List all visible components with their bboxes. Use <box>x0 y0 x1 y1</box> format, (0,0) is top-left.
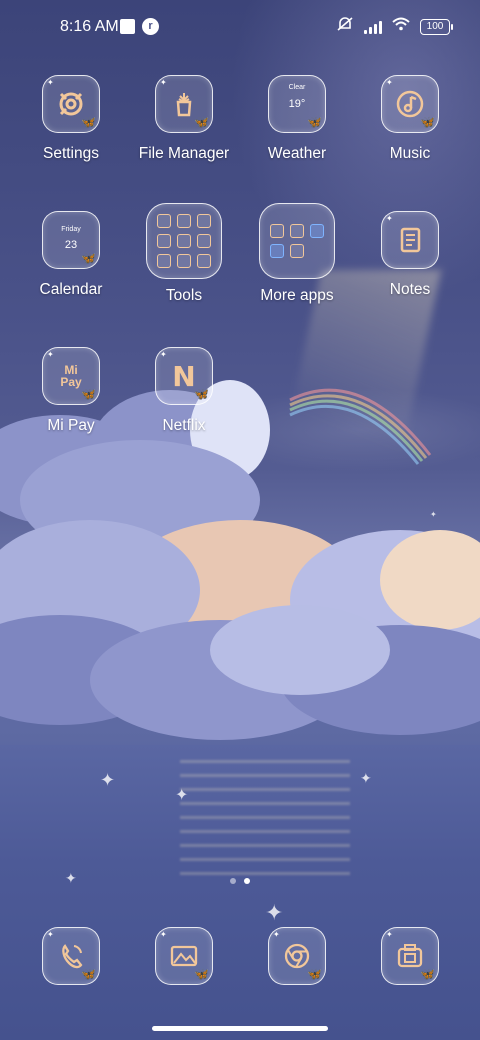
sparkle-icon: ✦ <box>265 900 284 925</box>
folder-more-apps[interactable]: More apps <box>242 203 352 305</box>
weather-condition: Clear <box>288 84 306 91</box>
calendar-day: Friday <box>61 226 81 233</box>
mi-pay-icon-text: Mi Pay <box>60 363 82 389</box>
sparkle-icon: ✦ <box>100 770 116 790</box>
gallery-icon: ✦ 🦋 <box>155 927 213 985</box>
weather-widget-icon: Clear 19° 🦋 <box>268 75 326 133</box>
page-dot-active <box>244 878 250 884</box>
app-label: Calendar <box>39 281 103 298</box>
page-dot <box>230 878 236 884</box>
gesture-navigation-bar[interactable] <box>152 1026 328 1031</box>
app-label: Tools <box>165 287 203 304</box>
app-mi-pay[interactable]: ✦ Mi Pay 🦋 Mi Pay <box>16 347 126 435</box>
app-label: Weather <box>267 145 327 162</box>
dock-gallery[interactable]: ✦ 🦋 <box>129 927 239 985</box>
settings-icon: ✦ 🦋 <box>42 75 100 133</box>
sparkle-icon: ✦ <box>65 870 77 886</box>
dock-phone[interactable]: ✦ 🦋 <box>16 927 126 985</box>
app-settings[interactable]: ✦ 🦋 Settings <box>16 75 126 163</box>
folder-preview <box>157 214 211 268</box>
app-label: Mi Pay <box>47 417 95 434</box>
sparkle-icon: ✦ <box>175 787 189 804</box>
water-shimmer <box>180 760 350 880</box>
cloud-layer-front <box>0 605 480 740</box>
app-label: Netflix <box>162 417 206 434</box>
chrome-icon: ✦ 🦋 <box>268 927 326 985</box>
folder-icon <box>146 203 222 279</box>
status-bar: 8:16 AM r 100 <box>0 0 480 56</box>
folder-tools[interactable]: Tools <box>129 203 239 305</box>
signal-icon <box>364 20 382 34</box>
status-icons: 100 <box>336 16 453 37</box>
calendar-widget-icon: Friday 23 🦋 <box>42 211 100 269</box>
weather-temp: 19° <box>288 98 306 110</box>
notification-square-icon <box>120 19 135 34</box>
rainbow <box>289 388 432 465</box>
app-label: Music <box>389 145 431 162</box>
app-notification-icon: r <box>142 18 159 35</box>
wifi-icon <box>392 17 410 36</box>
calendar-date: 23 <box>64 239 78 251</box>
sparkle-icon: ✦ <box>430 510 437 519</box>
music-icon: ✦ 🦋 <box>381 75 439 133</box>
netflix-icon: ✦ N 🦋 <box>155 347 213 405</box>
app-label: More apps <box>260 287 334 304</box>
sparkle-icon: ✦ <box>360 770 372 786</box>
camera-icon: ✦ 🦋 <box>381 927 439 985</box>
folder-preview <box>270 224 324 258</box>
app-label: Settings <box>42 145 99 162</box>
file-manager-icon: ✦ 🦋 <box>155 75 213 133</box>
app-music[interactable]: ✦ 🦋 Music <box>355 75 465 163</box>
app-file-manager[interactable]: ✦ 🦋 File Manager <box>129 75 239 163</box>
app-netflix[interactable]: ✦ N 🦋 Netflix <box>129 347 239 435</box>
app-calendar[interactable]: Friday 23 🦋 Calendar <box>16 211 126 299</box>
phone-icon: ✦ 🦋 <box>42 927 100 985</box>
mi-pay-icon: ✦ Mi Pay 🦋 <box>42 347 100 405</box>
netflix-icon-text: N <box>172 359 196 393</box>
dock-camera[interactable]: ✦ 🦋 <box>355 927 465 985</box>
folder-icon <box>259 203 335 279</box>
page-indicator <box>230 878 250 884</box>
app-label: File Manager <box>138 145 230 162</box>
status-time: 8:16 AM <box>60 18 119 35</box>
dock-chrome[interactable]: ✦ 🦋 <box>242 927 352 985</box>
app-label: Notes <box>389 281 431 298</box>
battery-icon: 100 <box>420 18 453 35</box>
app-weather[interactable]: Clear 19° 🦋 Weather <box>242 75 352 163</box>
app-notes[interactable]: ✦ Notes <box>355 211 465 299</box>
mute-icon <box>336 16 354 37</box>
notes-icon: ✦ <box>381 211 439 269</box>
